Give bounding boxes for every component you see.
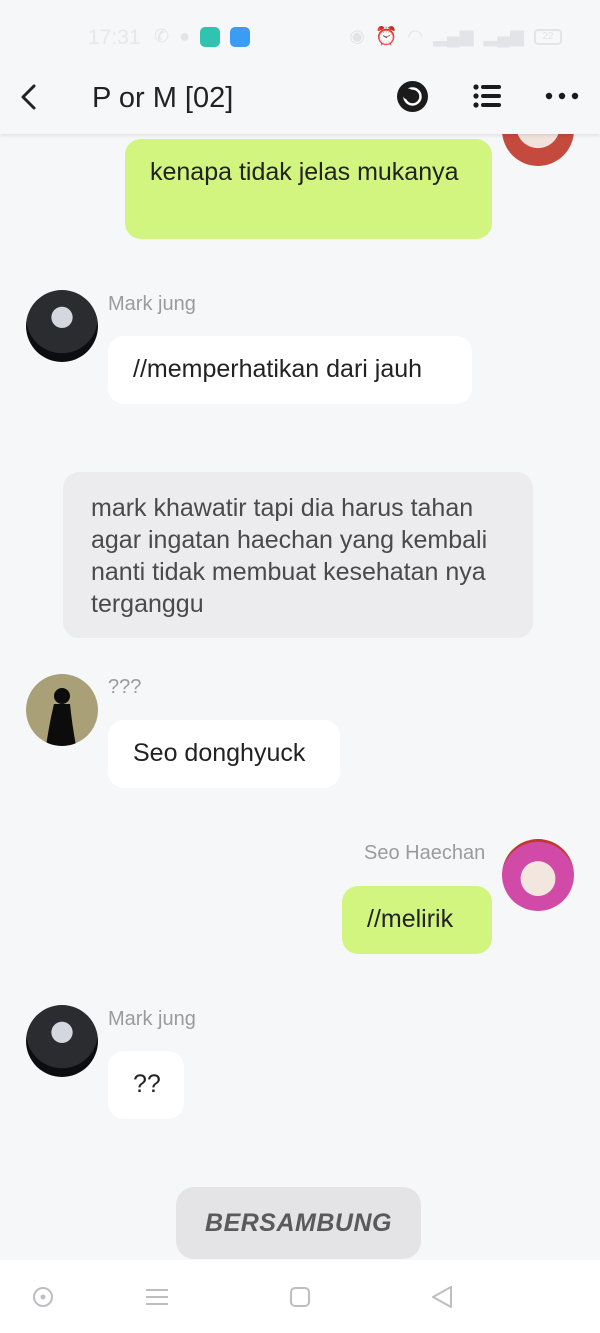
narration-bubble: mark khawatir tapi dia harus tahan agar … xyxy=(63,472,533,638)
signal-icon: ▂▄▆ xyxy=(433,26,474,46)
eye-icon: ◉ xyxy=(349,26,365,46)
alarm-icon: ⏰ xyxy=(374,26,398,46)
menu-icon[interactable] xyxy=(144,1284,170,1310)
moon-icon[interactable] xyxy=(397,81,428,112)
message-bubble-sent: kenapa tidak jelas mukanya xyxy=(125,139,492,239)
sender-name: Seo Haechan xyxy=(364,842,486,864)
battery-icon: 22 xyxy=(534,28,562,45)
avatar-mark-jung[interactable] xyxy=(26,290,98,362)
square-icon[interactable] xyxy=(287,1284,313,1310)
back-triangle-icon[interactable] xyxy=(429,1284,455,1310)
status-icons-right: ◉ ⏰ ◠ ▂▄▆ ▂▄▆ 22 xyxy=(349,26,562,47)
chat-title: P or M [02] xyxy=(92,82,234,114)
sender-name: Mark jung xyxy=(108,293,196,315)
app-icon-teal xyxy=(199,26,220,47)
sender-name: Mark jung xyxy=(108,1008,196,1030)
message-bubble-received: //memperhatikan dari jauh xyxy=(108,336,472,404)
signal-icon: ▂▄▆ xyxy=(483,26,524,46)
message-bubble-sent: //melirik xyxy=(342,886,492,954)
status-time: 17:31 xyxy=(88,26,141,49)
list-icon[interactable] xyxy=(473,83,501,109)
avatar-seo-haechan[interactable] xyxy=(502,839,574,911)
more-icon[interactable] xyxy=(545,91,579,101)
back-arrow-icon[interactable] xyxy=(16,82,46,112)
circle-dot-icon[interactable] xyxy=(30,1284,56,1310)
avatar-mark-jung[interactable] xyxy=(26,1005,98,1077)
whatsapp-icon: ✆ xyxy=(154,26,170,46)
chat-header: P or M [02] xyxy=(0,72,600,134)
status-icons-left: ✆ ● xyxy=(154,26,250,47)
message-bubble-received: Seo donghyuck xyxy=(108,720,340,788)
message-bubble-received: ?? xyxy=(108,1051,184,1119)
status-bar: 17:31 ✆ ● ◉ ⏰ ◠ ▂▄▆ ▂▄▆ 22 xyxy=(0,0,600,72)
app-icon-blue xyxy=(229,26,250,47)
avatar-unknown[interactable] xyxy=(26,674,98,746)
sender-name: ??? xyxy=(108,676,142,698)
wifi-icon: ◠ xyxy=(407,26,424,46)
system-nav-bar xyxy=(0,1260,600,1333)
continue-button[interactable]: BERSAMBUNG xyxy=(176,1187,421,1259)
notification-dot-icon: ● xyxy=(179,26,190,46)
